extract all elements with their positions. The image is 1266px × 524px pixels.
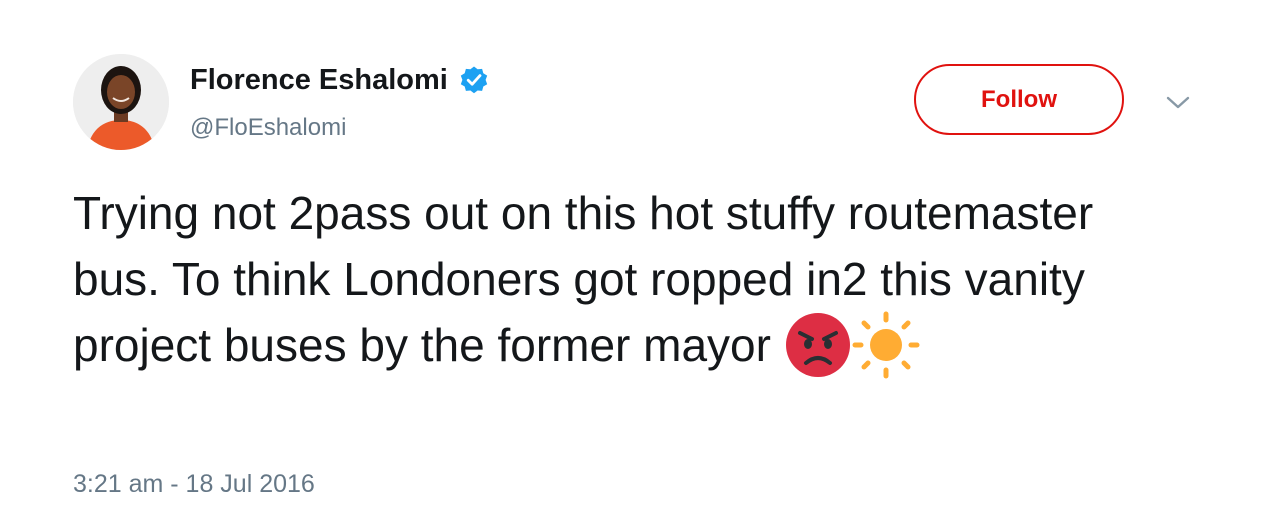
sun-icon [852, 311, 920, 379]
chevron-down-icon[interactable] [1165, 94, 1191, 112]
author-name-text: Florence Eshalomi [190, 64, 448, 96]
follow-button[interactable]: Follow [914, 64, 1124, 135]
avatar[interactable] [73, 54, 169, 150]
tweet-text: Trying not 2pass out on this hot stuffy … [73, 180, 1183, 379]
tweet-body: Trying not 2pass out on this hot stuffy … [73, 187, 1094, 371]
tweet-timestamp[interactable]: 3:21 am - 18 Jul 2016 [73, 468, 315, 500]
tweet-card: Florence Eshalomi @FloEshalomi Follow Tr… [0, 0, 1266, 524]
avatar-image [73, 54, 169, 150]
verified-badge-icon [458, 64, 490, 96]
author-handle[interactable]: @FloEshalomi [190, 113, 346, 143]
angry-face-icon [784, 311, 852, 379]
author-name[interactable]: Florence Eshalomi [190, 62, 490, 98]
